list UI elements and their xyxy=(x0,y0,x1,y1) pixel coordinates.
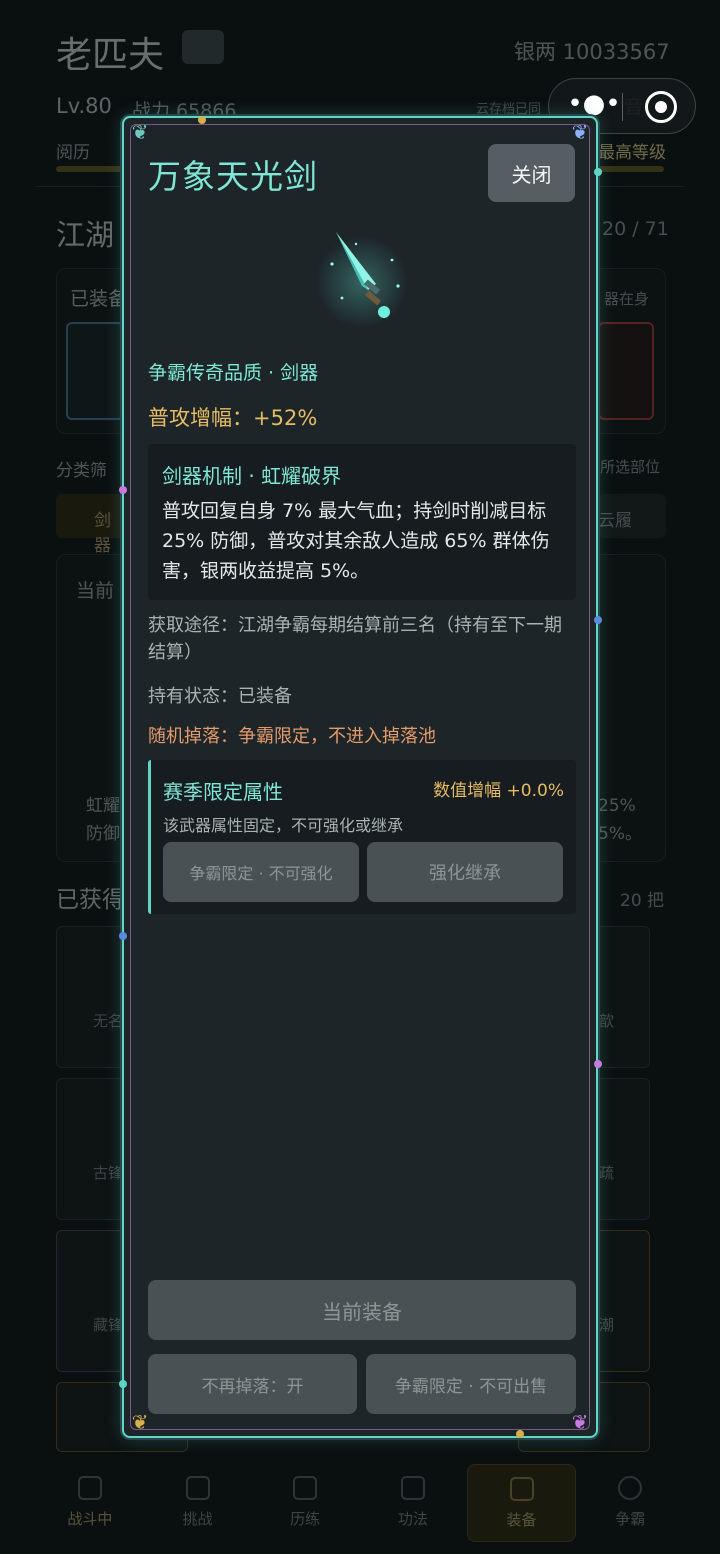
no-enhance-button[interactable]: 争霸限定 · 不可强化 xyxy=(163,842,359,902)
season-attribute-box: 赛季限定属性 数值增幅 +0.0% 该武器属性固定，不可强化或继承 争霸限定 ·… xyxy=(148,760,576,914)
quality-label: 争霸传奇品质 · 剑器 xyxy=(148,362,319,384)
mechanism-title: 剑器机制 · 虹耀破界 xyxy=(162,464,342,488)
frame-gem-icon xyxy=(594,616,602,624)
corner-ornament-icon: ❦ xyxy=(571,120,589,144)
weapon-title: 万象天光剑 xyxy=(148,157,318,196)
corner-ornament-icon: ❦ xyxy=(131,120,149,144)
frame-gem-icon xyxy=(119,486,127,494)
attack-bonus: 普攻增幅：+52% xyxy=(148,406,318,430)
mechanism-box: 剑器机制 · 虹耀破界 普攻回复自身 7% 最大气血；持剑时削减目标 25% 防… xyxy=(148,444,576,600)
sword-icon xyxy=(312,224,412,334)
no-drop-toggle-button[interactable]: 不再掉落：开 xyxy=(148,1354,357,1414)
season-value: 数值增幅 +0.0% xyxy=(433,781,564,801)
owned-status: 持有状态：已装备 xyxy=(148,686,292,707)
frame-gem-icon xyxy=(119,932,127,940)
frame-gem-icon xyxy=(516,1430,524,1438)
frame-gem-icon xyxy=(594,168,602,176)
frame-gem-icon xyxy=(594,1060,602,1068)
current-equip-button[interactable]: 当前装备 xyxy=(148,1280,576,1340)
no-sell-button[interactable]: 争霸限定 · 不可出售 xyxy=(366,1354,576,1414)
close-button[interactable]: 关闭 xyxy=(488,144,575,202)
frame-gem-icon xyxy=(198,116,206,124)
corner-ornament-icon: ❦ xyxy=(131,1410,149,1434)
drop-status: 随机掉落：争霸限定，不进入掉落池 xyxy=(148,726,436,747)
mechanism-text: 普攻回复自身 7% 最大气血；持剑时削减目标 25% 防御，普攻对其余敌人造成 … xyxy=(162,500,550,582)
enhance-inherit-button[interactable]: 强化继承 xyxy=(367,842,563,902)
exit-icon[interactable] xyxy=(645,91,677,123)
capsule-divider xyxy=(622,93,623,121)
weapon-detail-modal: ❦ ❦ ❦ ❦ 万象天光剑 关闭 争霸传奇品质 · 剑器 普攻增幅：+52% 剑… xyxy=(119,116,602,1438)
season-note: 该武器属性固定，不可强化或继承 xyxy=(163,816,404,835)
frame-gem-icon xyxy=(119,1380,127,1388)
obtain-route: 获取途径：江湖争霸每期结算前三名（持有至下一期结算） xyxy=(148,615,562,663)
season-title: 赛季限定属性 xyxy=(163,780,283,804)
